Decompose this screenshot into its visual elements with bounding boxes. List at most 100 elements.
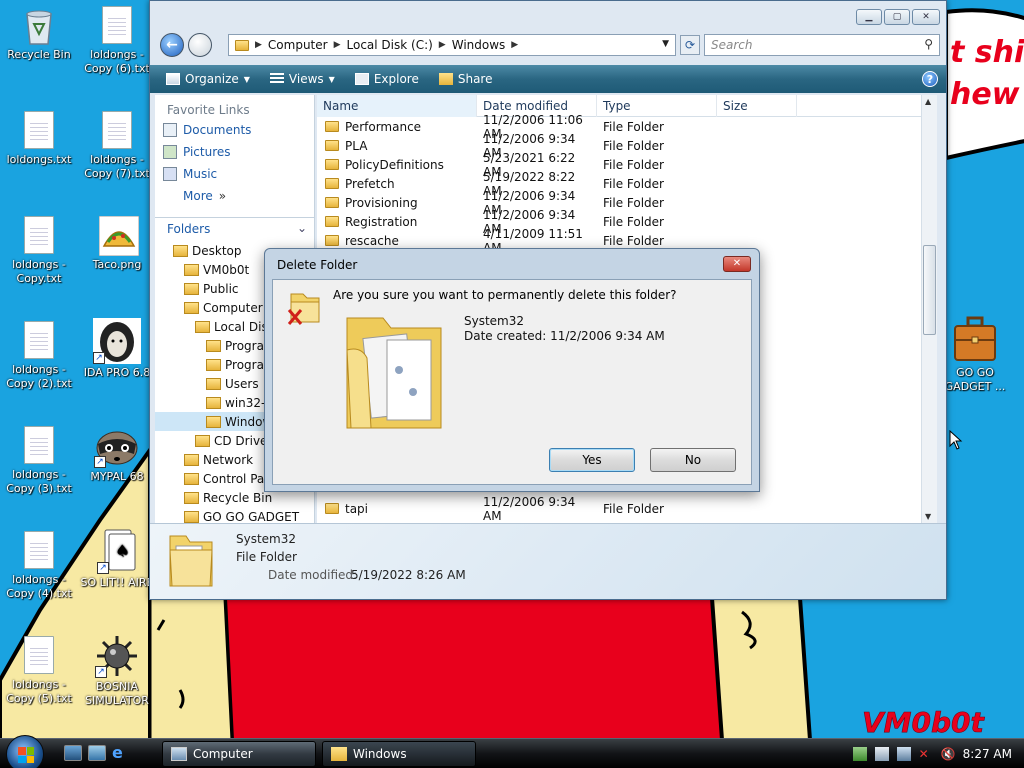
close-window-button[interactable]: ✕ [912, 9, 940, 25]
table-row[interactable]: Performance 11/2/2006 11:06 AM File Folder [317, 113, 937, 141]
desktop-icon-label: MYPAL 68 [90, 470, 144, 483]
taskbar-button-windows[interactable]: Windows [322, 741, 476, 767]
scrollbar-thumb[interactable] [923, 245, 936, 335]
table-row[interactable]: PLA 11/2/2006 9:34 AM File Folder [317, 132, 937, 160]
tree-item[interactable]: GO GO GADGET [155, 507, 314, 523]
folder-icon [206, 339, 221, 352]
folder-icon [325, 503, 339, 514]
switch-windows-icon[interactable] [88, 745, 106, 761]
desktop-icon-solitaire[interactable]: ♠ ↗ SO LIT!! AIRE [80, 528, 154, 590]
explore-button[interactable]: Explore [347, 68, 427, 90]
column-header-name[interactable]: Name [317, 95, 477, 117]
desktop-icon-loldongs-copy[interactable]: loldongs - Copy.txt [2, 216, 76, 286]
favorite-link-more-label: More [183, 189, 213, 203]
volume-muted-icon[interactable]: 🔇 [941, 747, 956, 761]
favorite-link-pictures[interactable]: Pictures [155, 141, 314, 163]
scroll-up-arrow-icon[interactable]: ▲ [925, 97, 931, 106]
folder-icon [206, 358, 221, 371]
favorite-links-header: Favorite Links [167, 103, 250, 117]
no-button[interactable]: No [650, 448, 736, 472]
desktop-icon-loldongs-copy-5[interactable]: loldongs - Copy (5).txt [2, 636, 76, 706]
refresh-button[interactable]: ⟳ [680, 35, 700, 55]
folder-icon [325, 140, 339, 151]
desktop-icon-loldongs-copy-4[interactable]: loldongs - Copy (4).txt [2, 531, 76, 601]
text-file-icon [21, 111, 57, 151]
tree-item-label: Computer [203, 300, 263, 315]
mouse-cursor-icon [949, 430, 963, 450]
desktop-icon-mypal[interactable]: ↗ MYPAL 68 [80, 424, 154, 484]
folder-icon [206, 396, 221, 409]
start-button[interactable] [6, 735, 44, 768]
table-row[interactable]: Provisioning 11/2/2006 9:34 AM File Folder [317, 189, 937, 217]
system-tray: ✕ 🔇 8:27 AM [852, 739, 1024, 768]
desktop-icon-loldongs-copy-2[interactable]: loldongs - Copy (2).txt [2, 321, 76, 391]
search-icon[interactable]: ⚲ [924, 37, 933, 51]
address-dropdown-icon[interactable]: ▼ [662, 39, 669, 49]
help-button[interactable]: ? [922, 71, 938, 87]
views-button[interactable]: Views ▼ [262, 68, 343, 90]
desktop-icon-label: BOSNIA SIMULATOR [85, 680, 149, 707]
show-desktop-icon[interactable] [64, 745, 82, 761]
back-button[interactable]: ← [160, 33, 184, 57]
desktop-icon-label: loldongs - Copy (4).txt [6, 573, 72, 600]
folders-header[interactable]: Folders ⌄ [155, 217, 314, 239]
dialog-close-button[interactable]: ✕ [723, 256, 751, 272]
column-header-size[interactable]: Size [717, 95, 797, 117]
breadcrumb-local-disk[interactable]: Local Disk (C:) [347, 38, 433, 52]
name-cell: Provisioning [317, 196, 477, 210]
address-bar[interactable]: ▶ Computer ▶ Local Disk (C:) ▶ Windows ▶… [228, 34, 676, 56]
table-row[interactable]: PolicyDefinitions 5/23/2021 6:22 AM File F… [317, 151, 937, 179]
desktop-icon-taco[interactable]: Taco.png [80, 215, 154, 272]
desktop-icon-label: loldongs - Copy (2).txt [6, 363, 72, 390]
maximize-button[interactable]: ▢ [884, 9, 910, 25]
display-icon[interactable] [896, 747, 911, 761]
minimize-button[interactable]: ▁ [856, 9, 882, 25]
desktop-icon-go-go-gadget[interactable]: GO GO GADGET ... [938, 316, 1012, 394]
desktop-icon-loldongs-copy-7[interactable]: loldongs - Copy (7).txt [80, 111, 154, 181]
name-cell: PLA [317, 139, 477, 153]
window-controls: ▁ ▢ ✕ [856, 9, 940, 25]
name-cell: tapi [317, 502, 477, 516]
name-cell: PolicyDefinitions [317, 158, 477, 172]
windows-logo-icon [18, 747, 34, 763]
folder-icon [325, 178, 339, 189]
type-cell: File Folder [603, 119, 664, 134]
desktop-icon-loldongs-copy-6[interactable]: loldongs - Copy (6).txt [80, 6, 154, 76]
taskbar: e Computer Windows ✕ 🔇 8:27 AM [0, 735, 1024, 768]
desktop-icon-loldongs[interactable]: loldongs.txt [2, 111, 76, 167]
internet-explorer-icon[interactable]: e [112, 743, 130, 762]
notification-icon[interactable] [874, 747, 889, 761]
table-row[interactable]: Prefetch 5/19/2022 8:22 AM File Folder [317, 170, 937, 198]
desktop-icon-ida-pro[interactable]: ↗ IDA PRO 6.8 [80, 318, 154, 380]
folder-icon [206, 415, 221, 428]
organize-button[interactable]: Organize ▼ [158, 68, 258, 90]
search-input[interactable]: Search ⚲ [704, 34, 940, 56]
breadcrumb-computer[interactable]: Computer [268, 38, 328, 52]
scroll-down-arrow-icon[interactable]: ▼ [925, 512, 931, 521]
share-button[interactable]: Share [431, 68, 501, 90]
favorite-link-documents[interactable]: Documents [155, 119, 314, 141]
table-row[interactable]: tapi 11/2/2006 9:34 AM File Folder [317, 495, 717, 523]
clock[interactable]: 8:27 AM [963, 747, 1012, 761]
connection-warning-icon[interactable]: ✕ [919, 747, 933, 761]
desktop-icon-label: loldongs - Copy.txt [12, 258, 66, 285]
vertical-scrollbar[interactable]: ▲ ▼ [921, 95, 937, 523]
forward-button[interactable] [188, 33, 212, 57]
file-name: rescache [345, 233, 399, 248]
table-row[interactable]: Registration 11/2/2006 9:34 AM File Folder [317, 208, 937, 236]
desktop-icon-bosnia-simulator[interactable]: ↗ BOSNIA SIMULATOR [80, 634, 154, 708]
tree-item-label: Public [203, 281, 239, 296]
shortcut-arrow-icon: ↗ [94, 456, 106, 468]
desktop-icon-label: GO GO GADGET ... [944, 366, 1006, 393]
column-header-type[interactable]: Type [597, 95, 717, 117]
favorite-link-music[interactable]: Music [155, 163, 314, 185]
network-icon[interactable] [852, 747, 867, 761]
pictures-icon [163, 145, 177, 159]
breadcrumb-windows[interactable]: Windows [452, 38, 506, 52]
desktop-icon-loldongs-copy-3[interactable]: loldongs - Copy (3).txt [2, 426, 76, 496]
desktop-icon-recycle-bin[interactable]: Recycle Bin [2, 6, 76, 62]
name-cell: rescache [317, 234, 477, 248]
favorite-links-more[interactable]: More » [155, 185, 314, 207]
yes-button[interactable]: Yes [549, 448, 635, 472]
taskbar-button-computer[interactable]: Computer [162, 741, 316, 767]
